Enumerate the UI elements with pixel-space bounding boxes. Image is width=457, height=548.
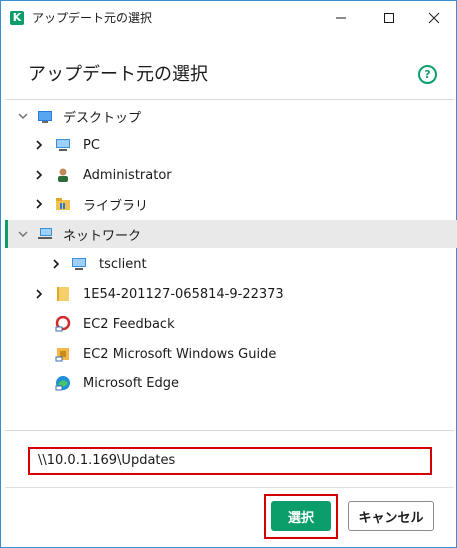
tree-item-label: Administrator [83,167,172,183]
select-button[interactable]: 選択 [271,501,331,531]
dialog-window: K アップデート元の選択 アップデート元の選択 ? デスクトップ PC Admi… [0,0,457,548]
tree-item-label: デスクトップ [63,110,142,126]
chevron-right-icon[interactable] [33,198,45,210]
tree-item-network[interactable]: ネットワーク [5,220,457,248]
desktop-icon [37,109,53,125]
title-bar: K アップデート元の選択 [1,1,456,34]
help-icon[interactable]: ? [418,65,437,84]
page-title: アップデート元の選択 [28,64,208,85]
edge-icon [55,375,71,391]
tree-item-label: ライブラリ [83,198,149,214]
tree-item-label: EC2 Microsoft Windows Guide [83,346,277,362]
cancel-button[interactable]: キャンセル [348,501,434,531]
folder-icon [55,286,71,302]
tree-item-pc[interactable]: PC [5,131,454,159]
user-icon [55,167,71,183]
tree-item-administrator[interactable]: Administrator [5,161,454,189]
tree-item-desktop[interactable]: デスクトップ [5,102,454,130]
guide-shortcut-icon [55,346,71,362]
chevron-down-icon[interactable] [17,228,29,240]
minimize-icon [336,17,346,18]
kaspersky-logo-icon: K [10,10,24,25]
tree-item-ec2-guide[interactable]: EC2 Microsoft Windows Guide [5,340,454,368]
close-button[interactable] [411,1,457,34]
chevron-right-icon[interactable] [33,139,45,151]
tree-item-label: tsclient [99,256,147,272]
close-icon [428,12,440,23]
maximize-icon [384,12,394,23]
monitor-icon [71,256,87,272]
tree-item-edge[interactable]: Microsoft Edge [5,369,454,397]
tree-item-label: 1E54-201127-065814-9-22373 [83,286,284,302]
chevron-right-icon[interactable] [33,169,45,181]
divider [5,487,454,488]
chevron-down-icon[interactable] [17,110,29,122]
feedback-shortcut-icon [55,315,71,332]
library-folder-icon [55,196,71,212]
window-title: アップデート元の選択 [32,11,153,25]
tree-item-folder[interactable]: 1E54-201127-065814-9-22373 [5,280,454,308]
path-input[interactable]: \\10.0.1.169\Updates [28,447,432,475]
tree-item-tsclient[interactable]: tsclient [5,250,454,278]
maximize-button[interactable] [366,1,412,34]
tree-item-label: ネットワーク [63,228,142,244]
chevron-right-icon[interactable] [50,258,62,270]
computer-icon [55,137,71,153]
minimize-button[interactable] [318,1,364,34]
tree-item-label: EC2 Feedback [83,316,175,332]
tree-item-library[interactable]: ライブラリ [5,190,454,218]
chevron-right-icon[interactable] [33,288,45,300]
tree-item-label: PC [83,137,100,153]
tree-item-label: Microsoft Edge [83,375,180,391]
folder-tree[interactable]: デスクトップ PC Administrator ライブラリ ネットワーク tsc… [5,99,457,431]
tree-item-ec2-feedback[interactable]: EC2 Feedback [5,310,454,338]
network-icon [37,226,53,242]
